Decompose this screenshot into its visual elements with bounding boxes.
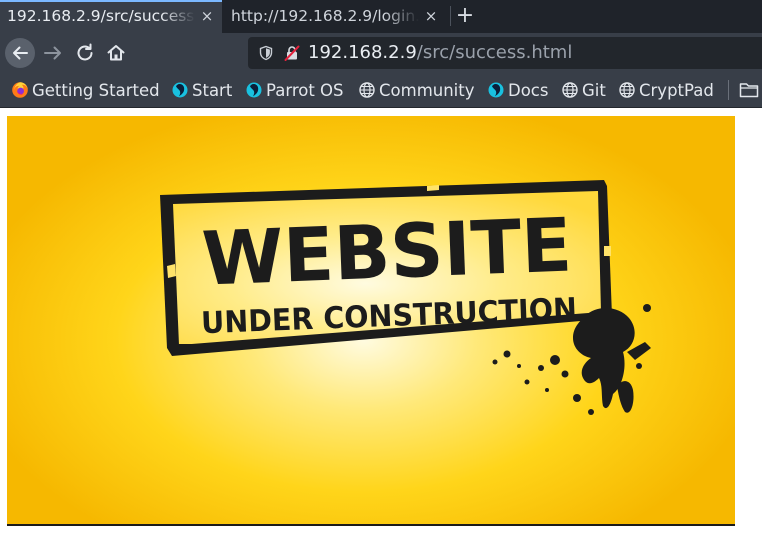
back-button[interactable]: [5, 38, 35, 68]
close-tab-icon[interactable]: ×: [423, 7, 439, 25]
bookmarks-toolbar: Getting Started Start Parrot OS Communit…: [0, 73, 762, 108]
tab-title: http://192.168.2.9/login.php: [231, 7, 419, 25]
stamp-title: WEBSITE: [200, 201, 573, 302]
new-tab-button[interactable]: +: [455, 3, 475, 29]
folder-icon[interactable]: [739, 81, 759, 99]
active-tab-indicator: [0, 0, 222, 2]
parrot-icon: [246, 82, 262, 98]
bookmark-label: Docs: [508, 80, 549, 100]
construction-stamp-graphic: WEBSITE UNDER CONSTRUCTION: [160, 180, 651, 415]
bookmark-label: Start: [192, 80, 233, 100]
globe-icon: [619, 82, 635, 98]
under-construction-banner: WEBSITE UNDER CONSTRUCTION: [7, 116, 735, 526]
browser-chrome: 192.168.2.9/src/success.html × http://19…: [0, 0, 762, 108]
bookmark-git[interactable]: Git: [561, 79, 606, 101]
tab-strip: 192.168.2.9/src/success.html × http://19…: [0, 0, 762, 33]
navigation-toolbar: 192.168.2.9/src/success.html: [0, 33, 762, 73]
bookmark-label: Git: [582, 80, 606, 100]
bookmark-start[interactable]: Start: [171, 79, 232, 101]
globe-icon: [359, 82, 375, 98]
parrot-icon: [172, 82, 188, 98]
url-path: /src/success.html: [416, 42, 573, 63]
insecure-lock-icon[interactable]: [283, 44, 301, 62]
bookmark-label: Getting Started: [32, 80, 160, 100]
bookmark-parrot-os[interactable]: Parrot OS: [245, 79, 344, 101]
bookmark-getting-started[interactable]: Getting Started: [11, 79, 160, 101]
bookmark-cryptpad[interactable]: CryptPad: [618, 79, 714, 101]
address-bar[interactable]: 192.168.2.9/src/success.html: [248, 37, 762, 69]
firefox-icon: [12, 82, 28, 98]
bookmark-docs[interactable]: Docs: [487, 79, 548, 101]
forward-arrow-icon[interactable]: [41, 41, 65, 65]
tab-title: 192.168.2.9/src/success.html: [7, 7, 195, 25]
parrot-icon: [488, 82, 504, 98]
url-text[interactable]: 192.168.2.9/src/success.html: [308, 42, 572, 64]
home-icon[interactable]: [104, 41, 128, 65]
bookmark-label: Community: [379, 80, 475, 100]
close-tab-icon[interactable]: ×: [199, 7, 215, 25]
bookmark-community[interactable]: Community: [358, 79, 475, 101]
tab-login[interactable]: http://192.168.2.9/login.php ×: [224, 0, 446, 33]
tracking-protection-shield-icon[interactable]: [258, 45, 274, 61]
bookmark-label: Parrot OS: [266, 80, 344, 100]
reload-icon[interactable]: [73, 41, 97, 65]
page-content: WEBSITE UNDER CONSTRUCTION: [0, 108, 762, 538]
bookmark-label: CryptPad: [639, 80, 714, 100]
url-host: 192.168.2.9: [308, 42, 417, 63]
tab-success[interactable]: 192.168.2.9/src/success.html ×: [0, 0, 222, 33]
bookmarks-separator: [728, 80, 729, 100]
globe-icon: [562, 82, 578, 98]
back-arrow-icon: [13, 46, 28, 60]
tab-separator: [450, 6, 451, 26]
